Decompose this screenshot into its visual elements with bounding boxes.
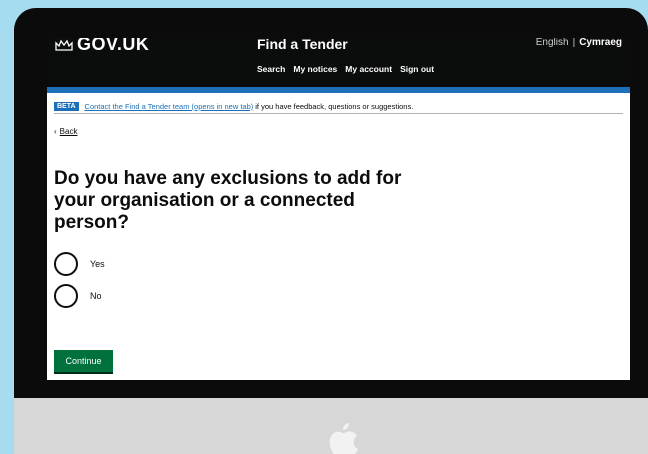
- page-title: Do you have any exclusions to add for yo…: [54, 168, 402, 233]
- nav-sign-out[interactable]: Sign out: [400, 64, 434, 74]
- beta-tag: BETA: [54, 101, 79, 111]
- nav-my-notices[interactable]: My notices: [293, 64, 337, 74]
- radio-yes-circle[interactable]: [54, 252, 78, 276]
- header-nav: Search My notices My account Sign out: [257, 64, 434, 74]
- crown-icon: [55, 39, 73, 51]
- nav-search[interactable]: Search: [257, 64, 285, 74]
- govuk-header: GOV.UK Find a Tender English | Cymraeg Sea…: [47, 38, 630, 87]
- radio-no[interactable]: No: [54, 284, 102, 308]
- service-name[interactable]: Find a Tender: [257, 38, 348, 52]
- language-switcher: English | Cymraeg: [536, 38, 622, 48]
- imac-frame: GOV.UK Find a Tender English | Cymraeg Sea…: [14, 8, 648, 454]
- govuk-logo[interactable]: GOV.UK: [55, 38, 149, 55]
- header-underline: [47, 87, 630, 93]
- govuk-logo-text: GOV.UK: [77, 38, 150, 54]
- back-link[interactable]: ‹ Back: [54, 127, 77, 136]
- feedback-link[interactable]: Contact the Find a Tender team (opens in…: [85, 102, 254, 111]
- browser-screen: GOV.UK Find a Tender English | Cymraeg Sea…: [47, 38, 630, 380]
- lang-separator: |: [572, 38, 576, 48]
- radio-yes-label: Yes: [90, 259, 105, 269]
- nav-my-account[interactable]: My account: [345, 64, 392, 74]
- continue-button[interactable]: Continue: [54, 350, 113, 372]
- beta-banner: BETA Contact the Find a Tender team (ope…: [54, 99, 623, 114]
- radio-no-label: No: [90, 291, 102, 301]
- radio-yes[interactable]: Yes: [54, 252, 105, 276]
- radio-no-circle[interactable]: [54, 284, 78, 308]
- lang-english[interactable]: English: [536, 38, 569, 48]
- apple-logo-icon: [329, 423, 358, 454]
- back-link-label: Back: [59, 127, 78, 136]
- lang-welsh[interactable]: Cymraeg: [579, 38, 622, 48]
- beta-banner-text: if you have feedback, questions or sugge…: [255, 101, 414, 111]
- back-chevron-icon: ‹: [54, 127, 57, 136]
